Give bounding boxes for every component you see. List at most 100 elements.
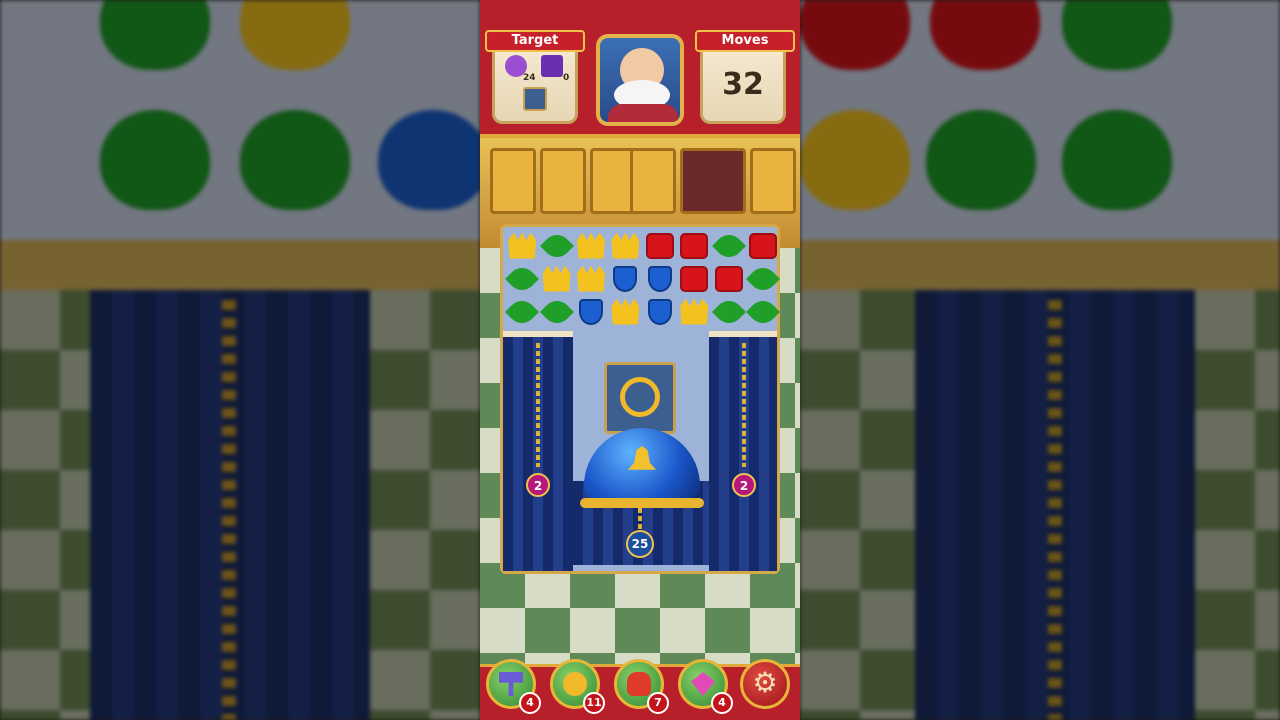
shield-gem [613,265,638,292]
board-cell[interactable] [574,262,608,295]
gem-bomb-count-badge: 4 [711,692,733,714]
booster-bar: 4 11 7 4 ⚙ [480,659,800,720]
block-gem [680,265,709,292]
leaf-gem [711,294,746,329]
background-leaf-gem [240,110,350,210]
board-cell[interactable] [574,295,608,328]
target-label: Target [485,30,585,52]
crown-gem [542,265,571,292]
background-left [0,0,480,720]
block-gem [748,232,777,259]
background-leaf-gem [1062,110,1172,210]
top-bar: 24 0 Target 32 Moves [480,0,800,138]
block-gem [680,232,709,259]
character-jacket [608,104,678,122]
shield-gem [647,265,672,292]
moves-panel: 32 [700,40,786,124]
right-chain [742,343,746,467]
left-chain-counter: 2 [526,473,550,497]
board-cell[interactable] [745,261,780,296]
board-cell[interactable] [745,294,780,329]
settings-button[interactable]: ⚙ [740,659,790,709]
target-panel: 24 0 [492,40,578,124]
hammer-booster-button[interactable]: 4 [486,659,541,714]
safe-wheel-icon [620,377,660,417]
board-cell[interactable] [539,228,574,263]
board-cell[interactable] [711,228,746,263]
board-cell[interactable] [505,294,540,329]
leaf-gem [505,294,540,329]
board-cell[interactable] [746,229,780,262]
crown-gem [576,265,605,292]
balloon-icon [563,672,587,696]
leaf-gem [745,261,780,296]
background-ledge [800,240,1280,290]
fireplace [680,148,746,214]
shield-gem [647,298,672,325]
left-chain [536,343,540,467]
background-floor [800,290,915,720]
board-cell[interactable] [539,262,573,295]
crown-gem [611,232,640,259]
character-portrait [596,34,684,126]
board-cell[interactable] [505,229,539,262]
right-chain-counter: 2 [732,473,756,497]
bell-base [580,498,704,508]
gem-bomb-icon [691,672,715,696]
block-gem [714,265,743,292]
board-cell[interactable] [711,262,745,295]
board-cell[interactable] [677,229,711,262]
background-ledge [0,240,480,290]
background-right [800,0,1280,720]
background-floor [370,290,480,720]
rocket-icon [627,672,651,696]
target-count-flower: 24 [523,73,536,83]
board-cell[interactable] [711,294,746,329]
bell-counter: 25 [626,530,654,558]
crown-gem [680,298,709,325]
safe-icon [523,87,547,111]
leaf-gem [745,294,780,329]
background-floor [0,290,90,720]
board-cell[interactable] [643,229,677,262]
purple-block-icon [541,55,563,77]
background-leaf-gem [926,110,1036,210]
balloon-booster-button[interactable]: 11 [550,659,605,714]
board-cell[interactable] [505,261,540,296]
rocket-booster-button[interactable]: 7 [614,659,669,714]
leaf-gem [505,261,540,296]
cabinet [750,148,796,214]
hammer-icon [499,672,523,696]
board-cell[interactable] [608,262,642,295]
gem-grid [505,228,780,329]
board-cell[interactable] [643,262,677,295]
leaf-gem [711,228,746,263]
board-cell[interactable] [677,262,711,295]
board-cell[interactable] [539,294,574,329]
block-gem [645,232,674,259]
rocket-count-badge: 7 [647,692,669,714]
game-screen: 24 0 Target 32 Moves 2 2 25 4 11 7 4 ⚙ [480,0,800,720]
leaf-gem [539,294,574,329]
board-cell[interactable] [574,229,608,262]
board-cell[interactable] [608,229,642,262]
cabinet [630,148,676,214]
board-cell[interactable] [677,295,711,328]
bell-icon [628,446,656,470]
leaf-gem [539,228,574,263]
background-chain [1048,300,1062,720]
cabinet [490,148,536,214]
balloon-count-badge: 11 [583,692,605,714]
background-chain [222,300,236,720]
safe-blocker[interactable] [604,362,676,434]
gem-bomb-booster-button[interactable]: 4 [678,659,733,714]
board-cell[interactable] [608,295,642,328]
hammer-count-badge: 4 [519,692,541,714]
crown-gem [611,298,640,325]
cabinet [540,148,586,214]
shield-gem [578,298,603,325]
bell-chain [638,508,642,530]
gear-icon: ⚙ [752,666,778,699]
target-count-block: 0 [563,73,570,83]
board-cell[interactable] [643,295,677,328]
